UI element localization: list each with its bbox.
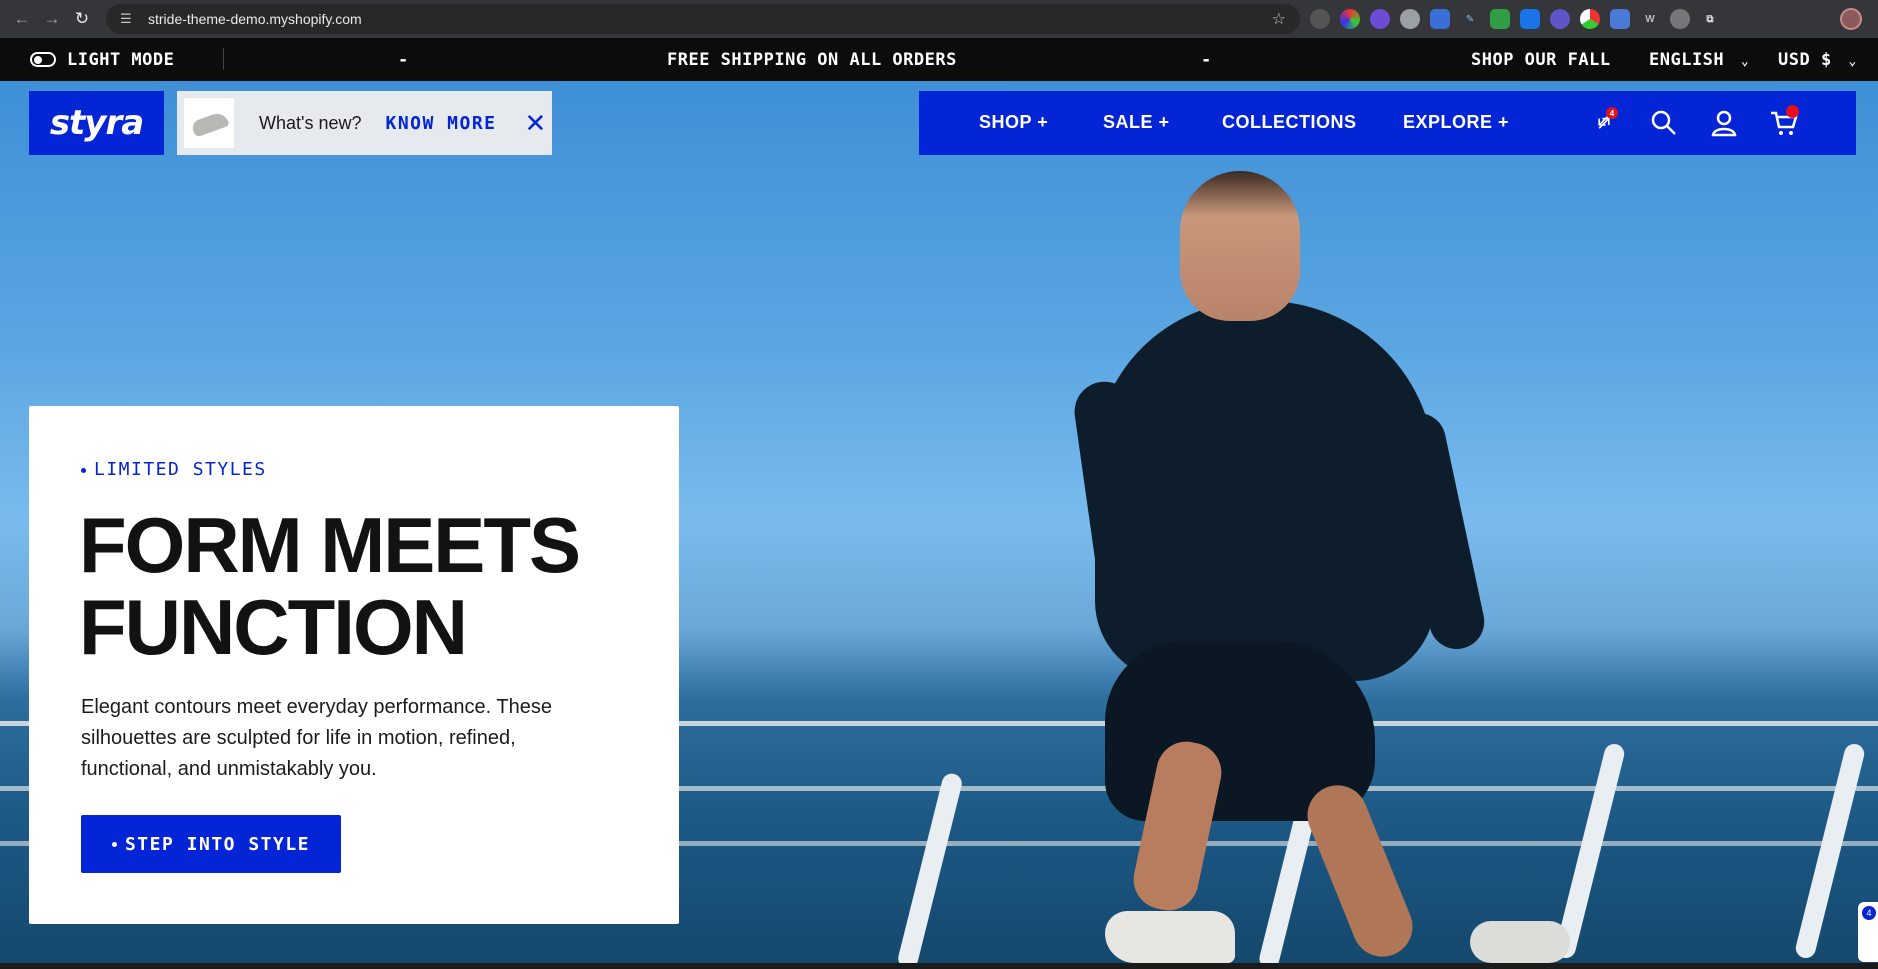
whats-new-popup: What's new? KNOW MORE ✕ [177,91,552,155]
address-bar[interactable]: ☰ stride-theme-demo.myshopify.com ☆ [106,4,1300,34]
chevron-down-icon: ⌄ [1848,54,1857,69]
close-icon[interactable]: ✕ [525,108,547,139]
pie-extension-icon[interactable] [1580,9,1600,29]
cart-badge [1786,105,1799,118]
nav-explore[interactable]: EXPLORE + [1403,112,1509,133]
currency-selector[interactable]: USD $ ⌄ [1778,50,1857,70]
hero-headline-line2: FUNCTION [79,583,468,671]
step-into-style-button[interactable]: STEP INTO STYLE [81,815,341,873]
nav-shop[interactable]: SHOP + [979,112,1048,133]
reload-icon[interactable]: ↻ [68,5,96,33]
eyedropper-extension-icon[interactable]: ✎ [1460,9,1480,29]
currency-label: USD $ [1778,50,1832,70]
profile-avatar[interactable] [1840,8,1862,30]
main-navigation: SHOP + SALE + COLLECTIONS EXPLORE + 4 [919,91,1856,155]
runner-shoe [1470,921,1570,963]
w-extension-icon[interactable]: W [1640,9,1660,29]
announcement-dash-right: - [1201,50,1212,70]
hero-card: LIMITED STYLES FORM MEETS FUNCTION Elega… [29,406,679,924]
compass-extension-icon[interactable] [1310,9,1330,29]
runner-shoe [1105,911,1235,963]
announcement-dash-left: - [398,50,409,70]
chat-extension-icon[interactable] [1550,9,1570,29]
camera-extension-icon[interactable] [1670,9,1690,29]
light-mode-toggle[interactable] [30,52,56,67]
chevron-down-icon: ⌄ [1740,54,1750,69]
runner-head [1180,171,1300,321]
hd-extension-icon[interactable] [1370,9,1390,29]
window-extension-icon[interactable] [1430,9,1450,29]
language-selector[interactable]: ENGLISH ⌄ [1649,50,1749,70]
cart-icon[interactable] [1768,105,1800,139]
forward-icon[interactable]: → [38,5,66,33]
announcement-divider [223,48,224,70]
product-thumbnail[interactable] [184,98,234,148]
hero-eyebrow: LIMITED STYLES [81,459,267,480]
site-settings-icon[interactable]: ☰ [120,11,140,27]
compare-widget[interactable]: 4 [1858,902,1878,962]
extensions-row: ✎ W ⧉ [1310,7,1720,31]
hero-headline: FORM MEETS FUNCTION [79,504,639,668]
nav-sale[interactable]: SALE + [1103,112,1170,133]
announcement-message: FREE SHIPPING ON ALL ORDERS [667,50,957,70]
ft-extension-icon[interactable] [1520,9,1540,29]
grammarly-extension-icon[interactable] [1400,9,1420,29]
back-icon[interactable]: ← [8,5,36,33]
announcement-bar: LIGHT MODE - FREE SHIPPING ON ALL ORDERS… [0,38,1878,81]
store-logo[interactable]: styra [29,91,164,155]
capture-extension-icon[interactable] [1610,9,1630,29]
cta-label: STEP INTO STYLE [124,833,311,855]
light-mode-label[interactable]: LIGHT MODE [67,50,174,70]
compare-icon[interactable]: 4 [1588,107,1620,139]
bookmark-star-icon[interactable]: ☆ [1272,9,1286,29]
search-icon[interactable] [1648,107,1680,139]
know-more-link[interactable]: KNOW MORE [385,113,496,134]
announcement-promo-link[interactable]: SHOP OUR FALL [1471,50,1611,70]
language-label: ENGLISH [1649,50,1725,70]
sheet-extension-icon[interactable] [1490,9,1510,29]
nav-collections[interactable]: COLLECTIONS [1222,112,1357,133]
address-url[interactable]: stride-theme-demo.myshopify.com [148,11,362,27]
color-extension-icon[interactable] [1340,9,1360,29]
browser-toolbar: ← → ↻ ☰ stride-theme-demo.myshopify.com … [0,0,1878,38]
logo-text: styra [49,103,144,143]
whats-new-label: What's new? [259,112,362,133]
page-bottom-edge [0,963,1878,969]
account-icon[interactable] [1708,107,1740,139]
compare-widget-count: 4 [1862,906,1876,920]
hero-headline-line1: FORM MEETS [79,501,581,589]
compare-count-badge: 4 [1606,107,1618,119]
hero-description: Elegant contours meet everyday performan… [81,696,552,780]
puzzle-extension-icon[interactable]: ⧉ [1700,9,1720,29]
